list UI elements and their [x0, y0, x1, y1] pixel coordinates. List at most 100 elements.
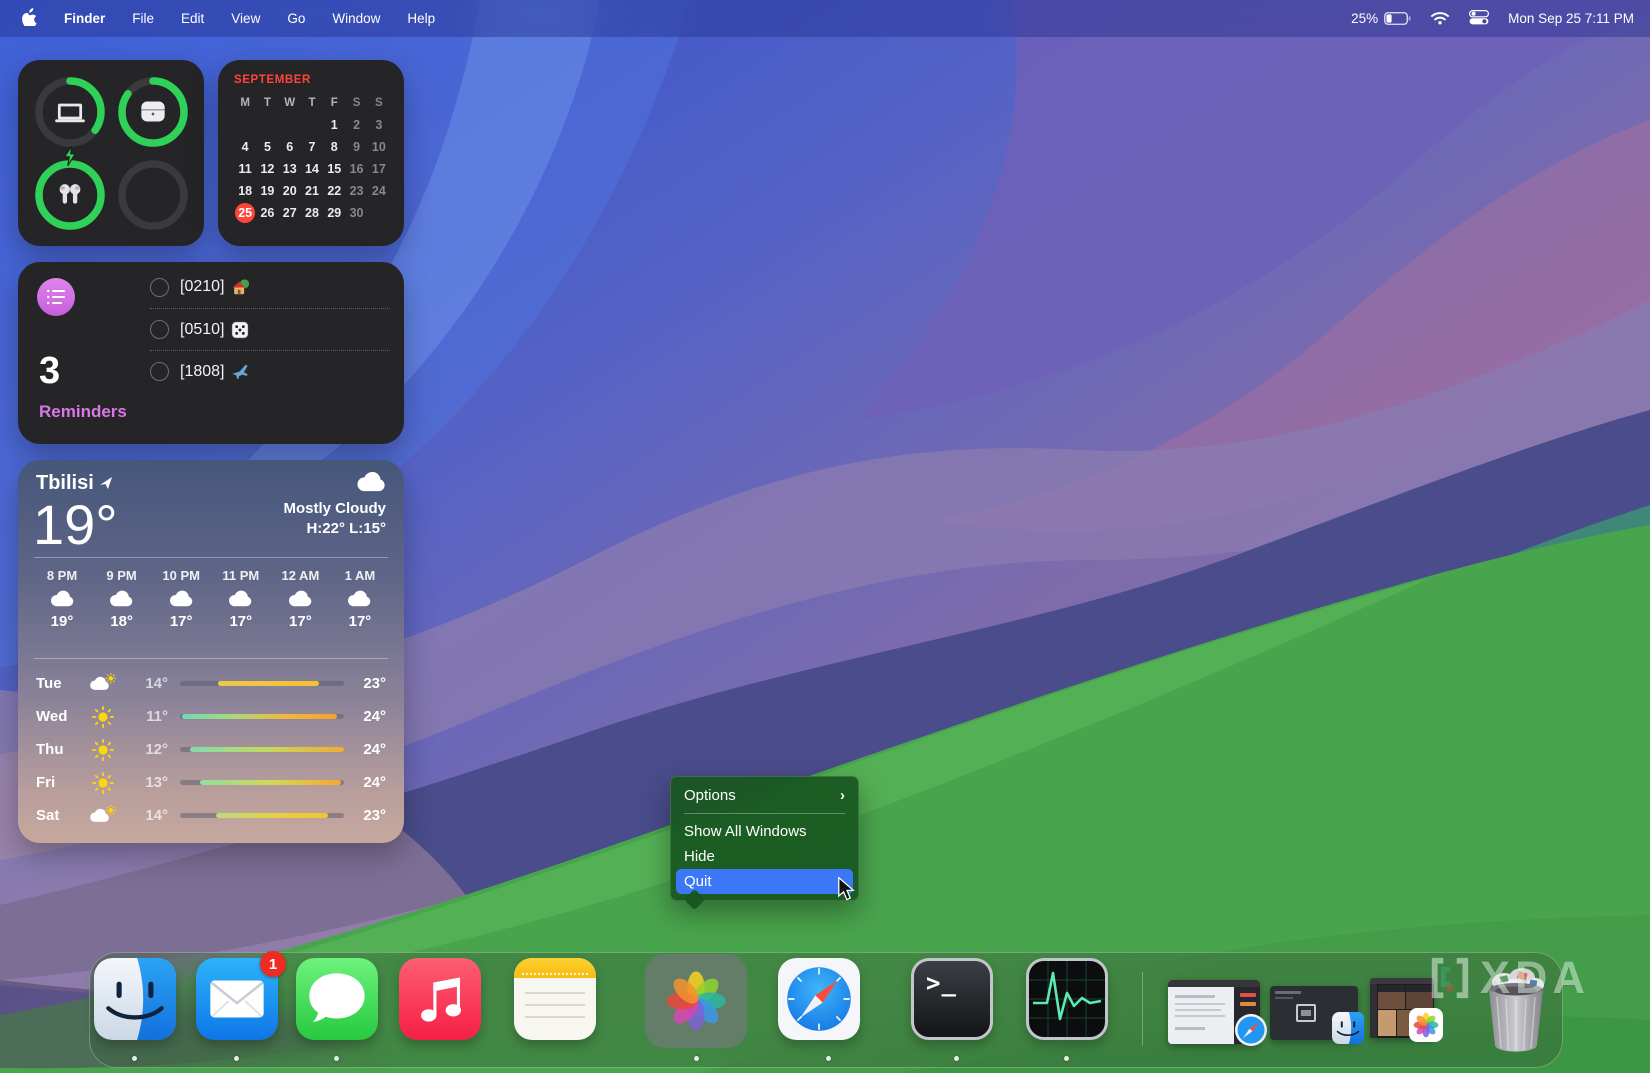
cal-cell — [256, 114, 278, 135]
airpods-case-icon — [138, 99, 168, 124]
minimized-finder-window[interactable] — [1270, 986, 1358, 1040]
temp-range-bar — [180, 813, 344, 818]
mouse-cursor — [836, 877, 858, 906]
cal-header: M — [234, 92, 256, 113]
temp-range-bar — [180, 714, 344, 719]
reminder-item[interactable]: [0510] — [150, 308, 390, 350]
calendar-widget[interactable]: SEPTEMBER M T W T F S S 1 2 3 4 5 6 7 8 … — [218, 60, 404, 246]
hour-label: 8 PM — [47, 568, 77, 583]
weather-widget[interactable]: Tbilisi 19° Mostly Cloudy H:22° L:15° 8 … — [18, 460, 404, 843]
menu-item-label: Hide — [684, 848, 715, 865]
cloud-icon — [108, 589, 135, 607]
reminder-label: [1808] — [180, 363, 224, 381]
cal-cell: 26 — [256, 202, 278, 223]
hour-label: 1 AM — [345, 568, 376, 583]
dock-mail[interactable]: 1 — [196, 958, 278, 1040]
finder-badge-icon — [1332, 1012, 1364, 1049]
cloud-icon — [346, 589, 373, 607]
xda-watermark: XDA — [1428, 952, 1590, 1004]
terminal-prompt: >_ — [926, 969, 957, 997]
menu-help[interactable]: Help — [407, 11, 435, 26]
safari-badge-icon — [1234, 1013, 1268, 1052]
menu-view[interactable]: View — [231, 11, 260, 26]
day-low: 14° — [124, 807, 180, 824]
hour-temp: 19° — [51, 613, 74, 630]
context-menu-show-all-windows[interactable]: Show All Windows — [676, 819, 853, 844]
cloud-icon — [227, 589, 254, 607]
menu-go[interactable]: Go — [287, 11, 305, 26]
dock-messages[interactable] — [296, 958, 378, 1040]
reminders-app-icon — [37, 278, 75, 316]
dock-photos[interactable] — [655, 960, 737, 1042]
reminders-count: 3 — [39, 350, 60, 393]
reminders-widget[interactable]: 3 Reminders [0210] [0510] [1808] — [18, 262, 404, 444]
wifi-icon[interactable] — [1430, 10, 1450, 28]
reminder-item[interactable]: [1808] — [150, 350, 390, 392]
cal-cell — [368, 202, 390, 223]
day-label: Tue — [36, 675, 82, 692]
dock-terminal[interactable]: >_ — [911, 958, 993, 1040]
dock-activity-monitor[interactable] — [1026, 958, 1108, 1040]
temp-range-bar — [180, 681, 344, 686]
control-center-icon[interactable] — [1469, 10, 1489, 28]
reminder-checkbox[interactable] — [150, 320, 169, 339]
sunny-icon — [82, 706, 124, 728]
cal-cell: 12 — [256, 158, 278, 179]
reminder-checkbox[interactable] — [150, 362, 169, 381]
cal-cell: 4 — [234, 136, 256, 157]
day-label: Fri — [36, 774, 82, 791]
dock-music[interactable] — [399, 958, 481, 1040]
menu-separator — [684, 813, 845, 814]
batteries-widget[interactable] — [18, 60, 204, 246]
hour-label: 10 PM — [162, 568, 200, 583]
weather-hourly-forecast: 8 PM19° 9 PM18° 10 PM17° 11 PM17° 12 AM1… — [28, 568, 394, 630]
battery-icon — [1384, 12, 1411, 25]
cal-cell-today: 25 — [234, 202, 256, 223]
cal-cell: 30 — [345, 202, 367, 223]
dock-safari[interactable] — [778, 958, 860, 1040]
menu-file[interactable]: File — [132, 11, 154, 26]
menu-bar-clock[interactable]: Mon Sep 25 7:11 PM — [1508, 11, 1634, 26]
reminder-checkbox[interactable] — [150, 278, 169, 297]
cloud-icon — [355, 470, 388, 497]
context-menu-quit[interactable]: Quit — [676, 869, 853, 894]
divider — [34, 557, 388, 558]
hour-temp: 17° — [289, 613, 312, 630]
minimized-photos-window[interactable] — [1370, 978, 1434, 1038]
day-high: 23° — [344, 675, 386, 692]
running-indicator-messages — [334, 1056, 339, 1061]
desktop: Finder File Edit View Go Window Help 25% — [0, 0, 1650, 1073]
minimized-safari-window[interactable] — [1168, 980, 1260, 1044]
menu-window[interactable]: Window — [332, 11, 380, 26]
dock-separator — [1142, 972, 1143, 1046]
hour-temp: 17° — [229, 613, 252, 630]
cloud-icon — [287, 589, 314, 607]
running-indicator-photos — [694, 1056, 699, 1061]
hour-label: 11 PM — [222, 568, 259, 583]
menu-app-name[interactable]: Finder — [64, 11, 105, 26]
battery-status[interactable]: 25% — [1351, 11, 1411, 26]
dock-finder[interactable] — [94, 958, 176, 1040]
house-garden-emoji — [231, 278, 250, 296]
cal-cell: 5 — [256, 136, 278, 157]
cal-cell: 21 — [301, 180, 323, 201]
hour-temp: 18° — [110, 613, 133, 630]
cloud-icon — [168, 589, 195, 607]
cal-cell — [234, 114, 256, 135]
xda-watermark-text: XDA — [1480, 952, 1590, 1004]
apple-menu-icon[interactable] — [22, 8, 37, 29]
options-label: Options — [684, 787, 736, 804]
context-menu-options[interactable]: Options › — [676, 783, 853, 808]
context-menu-hide[interactable]: Hide — [676, 844, 853, 869]
cal-header: W — [279, 92, 301, 113]
menu-item-label: Quit — [684, 873, 712, 890]
partly-cloudy-icon — [82, 805, 124, 826]
cal-cell: 17 — [368, 158, 390, 179]
cal-cell — [301, 114, 323, 135]
battery-percent-label: 25% — [1351, 11, 1378, 26]
daily-row: Tue 14° 23° — [36, 667, 386, 700]
reminder-item[interactable]: [0210] — [150, 266, 390, 308]
dock-notes[interactable] — [514, 958, 596, 1040]
menu-edit[interactable]: Edit — [181, 11, 204, 26]
cal-cell: 8 — [323, 136, 345, 157]
